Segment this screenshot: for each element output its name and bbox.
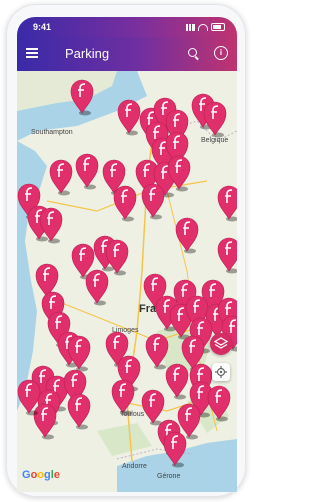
- parking-pin-icon[interactable]: [141, 389, 165, 426]
- info-icon[interactable]: i: [214, 46, 228, 60]
- google-attribution: Google: [22, 469, 60, 481]
- crosshair-icon: [215, 366, 227, 378]
- parking-pin-icon[interactable]: [49, 159, 73, 196]
- parking-pin-icon[interactable]: [70, 79, 94, 116]
- parking-pin-icon[interactable]: [33, 403, 57, 440]
- signal-icon: [186, 23, 195, 31]
- search-icon[interactable]: [188, 48, 197, 57]
- status-bar: 9:41: [17, 17, 237, 37]
- parking-pin-icon[interactable]: [141, 183, 165, 220]
- parking-pin-icon[interactable]: [113, 185, 137, 222]
- parking-pin-icon[interactable]: [85, 269, 109, 306]
- map-label-limoges: Limoges: [112, 327, 139, 334]
- layers-button[interactable]: [210, 333, 232, 355]
- map-view[interactable]: Southampton Belgique Limoges Fra Toulous…: [17, 71, 237, 492]
- parking-pin-icon[interactable]: [207, 385, 231, 422]
- parking-pin-icon[interactable]: [165, 363, 189, 400]
- map-label-southampton: Southampton: [31, 129, 73, 136]
- layers-icon: [214, 337, 228, 349]
- page-title: Parking: [65, 46, 110, 61]
- map-label-france: Fra: [139, 303, 157, 315]
- battery-icon: [211, 23, 225, 31]
- map-label-gerone: Gérone: [157, 473, 181, 480]
- parking-pin-icon[interactable]: [163, 431, 187, 468]
- parking-pin-icon[interactable]: [217, 237, 237, 274]
- wifi-icon: [198, 23, 208, 31]
- parking-pin-icon[interactable]: [67, 393, 91, 430]
- parking-pin-icon[interactable]: [75, 153, 99, 190]
- hamburger-icon[interactable]: [26, 48, 38, 58]
- parking-pin-icon[interactable]: [145, 333, 169, 370]
- parking-pin-icon[interactable]: [203, 101, 227, 138]
- status-indicators: [186, 23, 225, 31]
- parking-pin-icon[interactable]: [117, 99, 141, 136]
- parking-pin-icon[interactable]: [217, 185, 237, 222]
- map-label-belgique: Belgique: [201, 137, 229, 144]
- status-time: 9:41: [33, 22, 52, 32]
- parking-pin-icon[interactable]: [175, 217, 199, 254]
- map-label-andorre: Andorre: [122, 463, 147, 470]
- map-label-toulouse: Toulous: [120, 411, 145, 418]
- app-bar: Parking i: [17, 37, 237, 71]
- location-button[interactable]: [212, 363, 230, 381]
- app-screen: 9:41 Parking i Southampton Belgique Limo…: [17, 17, 237, 492]
